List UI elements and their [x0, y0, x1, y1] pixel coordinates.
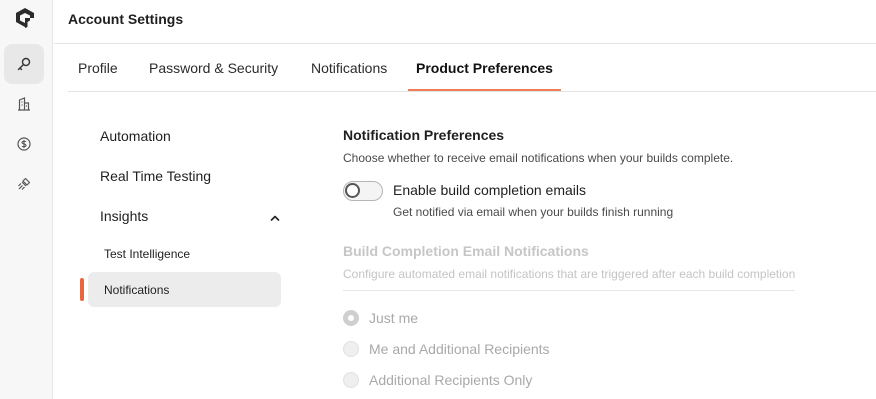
radio-label-additional-only: Additional Recipients Only — [369, 372, 533, 388]
left-rail — [0, 0, 53, 399]
section-divider — [343, 290, 795, 291]
radio-additional-only[interactable] — [343, 372, 359, 388]
header: Account Settings — [54, 0, 876, 44]
tab-product-preferences[interactable]: Product Preferences — [416, 60, 553, 76]
tab-bar: Profile Password & Security Notification… — [68, 44, 876, 92]
tab-notifications[interactable]: Notifications — [311, 60, 387, 76]
build-completion-title: Build Completion Email Notifications — [343, 243, 589, 259]
key-icon[interactable] — [4, 44, 44, 84]
toggle-knob — [345, 183, 360, 198]
sidenav-subitem-notifications[interactable]: Notifications — [104, 283, 169, 297]
toggle-sublabel: Get notified via email when your builds … — [393, 205, 674, 219]
tab-password-security[interactable]: Password & Security — [149, 60, 278, 76]
build-completion-desc: Configure automated email notifications … — [343, 267, 796, 281]
radio-me-and-additional[interactable] — [343, 341, 359, 357]
sidenav-item-insights[interactable]: Insights — [100, 208, 148, 224]
toggle-label: Enable build completion emails — [393, 182, 586, 198]
sidenav-item-automation[interactable]: Automation — [100, 128, 171, 144]
sidenav-item-real-time-testing[interactable]: Real Time Testing — [100, 168, 211, 184]
chevron-up-icon[interactable] — [269, 211, 281, 229]
active-tab-indicator — [408, 89, 561, 91]
build-emails-toggle[interactable] — [343, 181, 383, 201]
integration-icon[interactable] — [4, 164, 44, 204]
sidenav-selected-indicator — [80, 278, 84, 301]
logo-icon[interactable] — [13, 6, 37, 30]
sidenav-subitem-test-intelligence[interactable]: Test Intelligence — [104, 247, 190, 261]
radio-label-just-me: Just me — [369, 310, 419, 326]
notification-preferences-title: Notification Preferences — [343, 127, 505, 143]
tab-profile[interactable]: Profile — [78, 60, 118, 76]
notification-preferences-desc: Choose whether to receive email notifica… — [343, 151, 734, 165]
dollar-icon[interactable] — [4, 124, 44, 164]
radio-just-me[interactable] — [343, 310, 359, 326]
building-icon[interactable] — [4, 84, 44, 124]
page-title: Account Settings — [68, 11, 184, 27]
radio-label-me-and-additional: Me and Additional Recipients — [369, 341, 550, 357]
